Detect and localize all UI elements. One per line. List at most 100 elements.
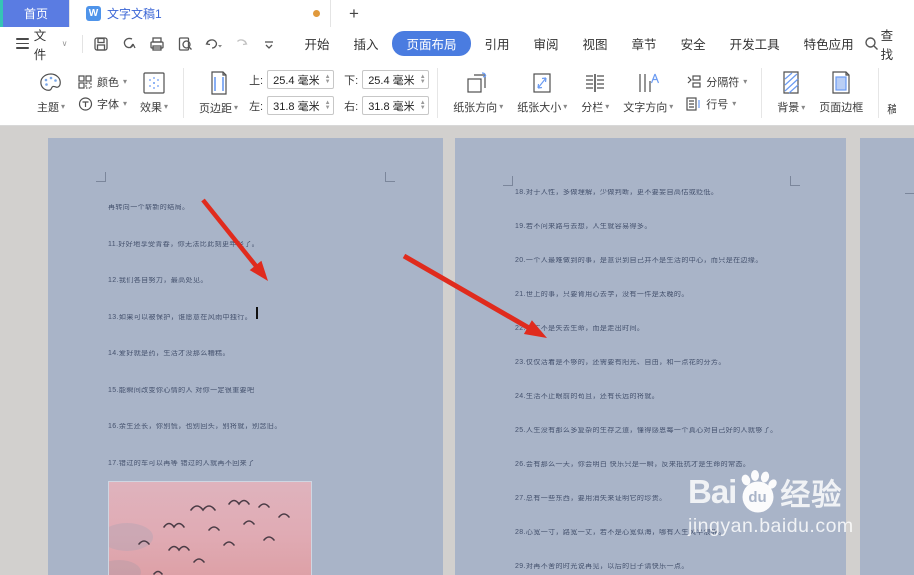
page-border-icon	[832, 71, 850, 94]
margin-bottom-stepper[interactable]: ▲ ▼	[417, 74, 428, 85]
document-text-line: 26.会有那么一天，你会明白 快乐只是一瞬，反来抵抗才是生命的常态。	[515, 461, 751, 468]
save-icon[interactable]	[92, 35, 110, 53]
ribbon-tabs: 开始 插入 页面布局 引用 审阅 视图 章节 安全 开发工具 特色应用	[294, 31, 863, 56]
margins-button[interactable]: 页边距 ▾	[192, 68, 245, 118]
margin-corner-mark	[503, 176, 513, 186]
document-text-line: 28.心宽一寸，路宽一丈，若不是心宽似海，哪有人生风平浪静。	[515, 529, 726, 536]
file-menu[interactable]: 文件 ∨	[0, 25, 76, 63]
margin-top-input[interactable]: 25.4 毫米 ▲ ▼	[267, 70, 335, 89]
theme-effects-button[interactable]: 效果 ▾	[133, 69, 175, 117]
cutoff-ribbon-button[interactable]: 稿	[887, 101, 896, 117]
document-page-1[interactable]: 再转向一个崭新的结局。 11.好好地享受青春，你无法比此刻更年轻了。 12.我们各自…	[48, 138, 443, 575]
paper-orientation-button[interactable]: 纸张方向 ▾	[446, 69, 510, 117]
search-icon	[864, 37, 878, 50]
document-text-line: 13.如果可以被保护，谁愿意在风雨中独行。	[108, 313, 253, 321]
columns-button[interactable]: 分栏 ▾	[574, 69, 616, 117]
chevron-down-icon: ∨	[61, 39, 68, 48]
page1-text: 再转向一个崭新的结局。 11.好好地享受青春，你无法比此刻更年轻了。 12.我们各自…	[108, 204, 423, 496]
columns-icon	[586, 73, 605, 92]
new-tab-button[interactable]: +	[331, 0, 377, 27]
document-text-line: 27.总有一些东西，要用消失来证明它的珍贵。	[515, 495, 667, 502]
hamburger-icon	[16, 35, 29, 52]
inline-photo-birds-sky[interactable]	[108, 481, 312, 575]
document-text-line: 24.生活不止眼前的苟且，还有长远的将就。	[515, 393, 660, 400]
document-text-line: 22.死亡不是失去生命，而是走出时间。	[515, 325, 645, 332]
document-text-line: 14.爱好就是药，生活才没那么糟糕。	[108, 350, 230, 357]
margin-left-stepper[interactable]: ▲ ▼	[322, 100, 333, 111]
paper-size-button[interactable]: 纸张大小 ▾	[510, 69, 574, 117]
tab-review[interactable]: 审阅	[524, 31, 569, 56]
document-text-line: 11.好好地享受青春，你无法比此刻更年轻了。	[108, 240, 260, 248]
line-numbers-button[interactable]: 行号 ▾	[686, 96, 747, 112]
theme-button[interactable]: 主题 ▾	[30, 69, 72, 117]
tab-section[interactable]: 章节	[622, 31, 667, 56]
file-menu-label: 文件	[33, 28, 47, 62]
window-tab-bar: 首页 W 文字文稿1 +	[0, 0, 914, 27]
margin-corner-mark	[790, 176, 800, 186]
document-text-line: 15.能瞬间改变你心情的人 对你一定很重要吧	[108, 386, 255, 394]
document-text-line: 19.若不问来路与去想，人生就容易得多。	[515, 223, 652, 230]
background-button[interactable]: 背景 ▾	[770, 68, 812, 117]
wps-writer-icon: W	[86, 6, 101, 21]
document-text-line: 再转向一个崭新的结局。	[108, 204, 190, 211]
palette-icon	[40, 72, 61, 91]
margin-corner-mark	[96, 172, 106, 182]
text-direction-icon	[639, 73, 660, 92]
tab-home-start[interactable]: 开始	[294, 31, 339, 56]
home-tab[interactable]: 首页	[3, 0, 69, 27]
breaks-button[interactable]: 分隔符 ▾	[686, 74, 747, 90]
line-numbers-icon	[686, 96, 700, 111]
margin-fields: 上: 25.4 毫米 ▲ ▼ 下: 25.4 毫米 ▲ ▼ 左: 31.8 毫米 ▲…	[249, 70, 430, 115]
margin-left-input[interactable]: 31.8 毫米 ▲ ▼	[267, 96, 335, 115]
margin-left-label: 左:	[249, 100, 264, 113]
tab-dev-tools[interactable]: 开发工具	[720, 31, 790, 56]
find-label: 查找	[880, 28, 894, 62]
theme-colors-button[interactable]: 颜色 ▾	[78, 74, 127, 90]
document-text-line: 12.我们各自努力，最高处见。	[108, 277, 208, 284]
document-text-line: 16.余生还长，你别慌，也别回头，别将就，别念旧。	[108, 423, 282, 430]
document-workspace: 再转向一个崭新的结局。 11.好好地享受青春，你无法比此刻更年轻了。 12.我们各自…	[0, 126, 914, 575]
find-button[interactable]: 查找	[864, 25, 904, 63]
theme-fonts-button[interactable]: 字体 ▾	[78, 96, 127, 112]
document-text-line: 20.一个人最难做到的事，是意识到自己并不是生活的中心，而只是在边缘。	[515, 257, 763, 264]
margin-bottom-input[interactable]: 25.4 毫米 ▲ ▼	[362, 70, 430, 89]
text-cursor	[256, 307, 258, 319]
margin-right-input[interactable]: 31.8 毫米 ▲ ▼	[362, 96, 430, 115]
undo-icon[interactable]	[204, 35, 223, 53]
document-text-line: 18.对于人性，多做理解，少做判断，更不要妄自高估或贬低。	[515, 189, 719, 196]
margin-top-label: 上:	[249, 74, 264, 87]
divider	[81, 34, 83, 53]
paper-size-icon	[533, 72, 551, 93]
document-page-2[interactable]: 18.对于人性，多做理解，少做判断，更不要妄自高估或贬低。 19.若不问来路与去想…	[455, 138, 846, 575]
margin-right-stepper[interactable]: ▲ ▼	[417, 100, 428, 111]
tab-view[interactable]: 视图	[573, 31, 618, 56]
margin-corner-mark	[385, 172, 395, 182]
margins-icon	[210, 70, 227, 95]
tab-page-layout[interactable]: 页面布局	[392, 31, 471, 56]
margin-bottom-label: 下:	[344, 74, 359, 87]
customize-toolbar-icon[interactable]	[260, 35, 278, 53]
document-text-line: 29.对再不舍的时光说再见，以后的日子请快乐一点。	[515, 563, 689, 570]
redo-icon[interactable]	[232, 35, 250, 53]
print-preview-icon[interactable]	[176, 35, 194, 53]
unsaved-indicator-dot	[313, 10, 320, 17]
margin-top-stepper[interactable]: ▲ ▼	[322, 74, 333, 85]
font-circle-icon	[78, 96, 93, 111]
color-grid-icon	[78, 74, 92, 89]
document-tab[interactable]: W 文字文稿1	[69, 0, 331, 27]
export-pdf-icon[interactable]	[120, 35, 138, 53]
margin-right-label: 右:	[344, 100, 359, 113]
tab-references[interactable]: 引用	[475, 31, 520, 56]
document-tab-title: 文字文稿1	[107, 7, 162, 21]
tab-insert[interactable]: 插入	[343, 31, 388, 56]
background-icon	[783, 71, 799, 94]
tab-special-features[interactable]: 特色应用	[794, 31, 864, 56]
print-icon[interactable]	[148, 35, 166, 53]
document-text-line: 17.错过的车可以再等 错过的人就再不回来了	[108, 459, 255, 467]
breaks-icon	[687, 75, 701, 88]
menu-bar: 文件 ∨ 开始 插入 页面布局 引用 审阅 视图 章节 安全 开发工具 特色应用…	[0, 25, 914, 63]
page-border-button[interactable]: 页面边框	[812, 68, 870, 117]
tab-security[interactable]: 安全	[671, 31, 716, 56]
text-direction-button[interactable]: 文字方向 ▾	[616, 69, 680, 117]
document-page-3[interactable]	[860, 138, 914, 575]
